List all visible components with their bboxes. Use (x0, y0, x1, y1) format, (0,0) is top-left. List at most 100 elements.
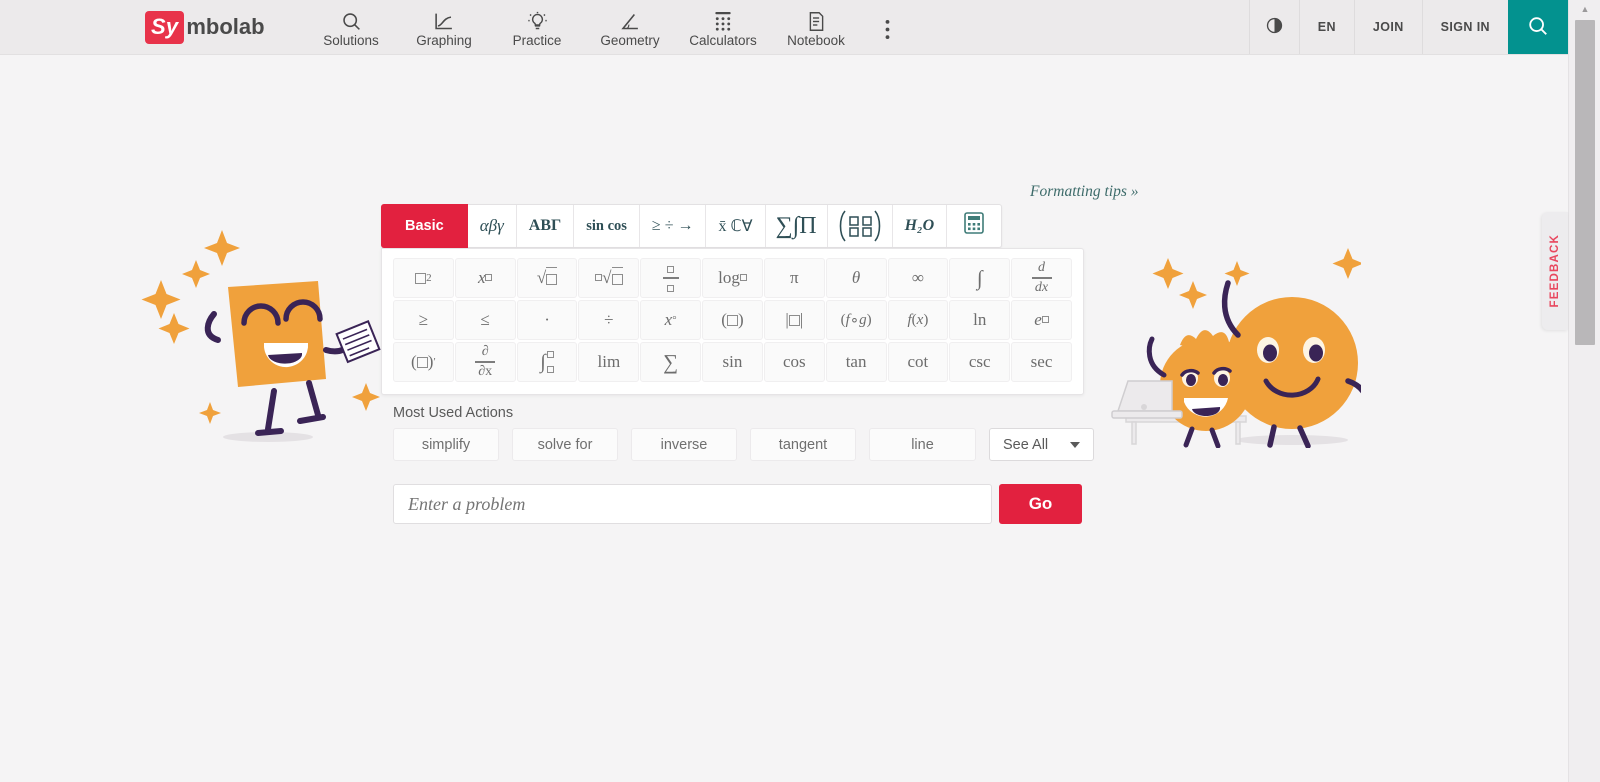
main-content: Formatting tips » Basic αβγ ΑΒΓ sin cos … (0, 55, 1568, 782)
nav-item-geometry[interactable]: Geometry (584, 0, 677, 54)
nav-item-practice[interactable]: Practice (491, 0, 584, 54)
symbolab-logo[interactable]: Sy mbolab (145, 0, 265, 54)
top-navigation-bar: Sy mbolab Solutions Graphing Practice Ge… (0, 0, 1568, 55)
nav-item-label: Notebook (787, 33, 845, 48)
nav-item-label: Solutions (323, 33, 379, 48)
key-infinity[interactable]: ∞ (887, 258, 949, 298)
mascot-illustration-left (140, 215, 390, 450)
key-power[interactable]: x (454, 258, 516, 298)
keypad-row-2: ≥ ≤ · ÷ x ° () | | (f ∘ g) f(x) ln e (393, 300, 1072, 340)
key-integral[interactable]: ∫ (949, 258, 1011, 298)
nav-item-label: Practice (512, 33, 562, 48)
key-derivative[interactable]: d dx (1011, 258, 1072, 298)
calculator-grid-icon (713, 10, 733, 32)
key-square[interactable]: 2 (393, 258, 454, 298)
nav-item-notebook[interactable]: Notebook (770, 0, 863, 54)
chevron-down-icon (1070, 441, 1080, 448)
search-icon (1527, 15, 1549, 40)
calculator-icon (963, 211, 985, 241)
key-sum[interactable]: ∑ (640, 342, 702, 382)
key-nth-root[interactable]: √ (578, 258, 640, 298)
nav-item-label: Calculators (689, 33, 757, 48)
key-degree[interactable]: x ° (640, 300, 702, 340)
key-fraction[interactable] (640, 258, 702, 298)
keyboard-tab-relations[interactable]: ≥ ÷ → (640, 205, 707, 247)
contrast-toggle-button[interactable] (1248, 0, 1299, 54)
language-button[interactable]: EN (1298, 0, 1354, 54)
nav-item-label: Geometry (600, 33, 660, 48)
see-all-dropdown[interactable]: See All (989, 428, 1094, 461)
key-prime[interactable]: () ′ (393, 342, 454, 382)
nav-left-group: Sy mbolab Solutions Graphing Practice Ge… (0, 0, 1249, 54)
go-button[interactable]: Go (999, 484, 1082, 524)
key-sec[interactable]: sec (1011, 342, 1072, 382)
keyboard-tab-sets[interactable]: x̄ ℂ∀ (706, 205, 766, 247)
key-sqrt[interactable]: √ (516, 258, 578, 298)
problem-entry-row: Go (393, 484, 1082, 524)
nav-item-solutions[interactable]: Solutions (305, 0, 398, 54)
logo-wordmark: mbolab (186, 14, 265, 39)
key-csc[interactable]: csc (949, 342, 1011, 382)
key-function[interactable]: f(x) (887, 300, 949, 340)
nav-item-label: Graphing (416, 33, 472, 48)
scroll-up-arrow-icon[interactable]: ▲ (1569, 0, 1600, 18)
graph-line-icon (433, 10, 455, 32)
keyboard-tab-greek-upper[interactable]: ΑΒΓ (517, 205, 575, 247)
nav-right-group: EN JOIN SIGN IN (1248, 0, 1568, 54)
most-used-actions-row: simplify solve for inverse tangent line … (393, 428, 1094, 461)
key-pi[interactable]: π (763, 258, 825, 298)
action-solve-for[interactable]: solve for (512, 428, 618, 461)
symbolab-home-page: Sy mbolab Solutions Graphing Practice Ge… (0, 0, 1600, 782)
angle-icon (619, 10, 641, 32)
problem-input[interactable] (393, 484, 992, 524)
see-all-label: See All (1003, 436, 1049, 453)
key-definite-integral[interactable]: ∫ (516, 342, 578, 382)
keypad-row-1: 2 x √ √ log π θ ∞ ∫ d dx (393, 258, 1072, 298)
key-multiply-dot[interactable]: · (516, 300, 578, 340)
key-limit[interactable]: lim (578, 342, 640, 382)
nav-item-graphing[interactable]: Graphing (398, 0, 491, 54)
key-greater-equal[interactable]: ≥ (393, 300, 454, 340)
nav-item-calculators[interactable]: Calculators (677, 0, 770, 54)
key-divide[interactable]: ÷ (578, 300, 640, 340)
key-absolute[interactable]: | | (763, 300, 825, 340)
keyboard-tab-operators[interactable]: ∑∫Π (766, 205, 828, 247)
more-menu-icon[interactable] (863, 0, 913, 54)
keyboard-tab-trig[interactable]: sin cos (574, 205, 640, 247)
key-tan[interactable]: tan (825, 342, 887, 382)
action-inverse[interactable]: inverse (631, 428, 737, 461)
action-tangent[interactable]: tangent (750, 428, 856, 461)
key-cos[interactable]: cos (763, 342, 825, 382)
scrollbar-thumb[interactable] (1575, 20, 1595, 345)
action-simplify[interactable]: simplify (393, 428, 499, 461)
key-e-power[interactable]: e (1011, 300, 1072, 340)
key-theta[interactable]: θ (825, 258, 887, 298)
keyboard-tab-chemistry[interactable]: H₂O (893, 205, 948, 247)
global-search-button[interactable] (1508, 0, 1568, 54)
key-ln[interactable]: ln (949, 300, 1011, 340)
keypad-row-3: () ′ ∂ ∂x ∫ lim ∑ sin cos tan cot csc sec (393, 342, 1072, 382)
key-parentheses[interactable]: () (702, 300, 763, 340)
key-composition[interactable]: (f ∘ g) (825, 300, 887, 340)
key-log[interactable]: log (702, 258, 763, 298)
notebook-icon (807, 10, 826, 32)
math-keypad-panel: 2 x √ √ log π θ ∞ ∫ d dx ≥ ≤ · ÷ x ° () | | (381, 248, 1084, 395)
search-icon (341, 10, 362, 32)
keyboard-tab-bar: Basic αβγ ΑΒΓ sin cos ≥ ÷ → x̄ ℂ∀ ∑∫Π H₂… (381, 204, 1003, 248)
logo-mark: Sy (145, 10, 185, 44)
formatting-tips-link[interactable]: Formatting tips » (1030, 183, 1139, 201)
key-less-equal[interactable]: ≤ (454, 300, 516, 340)
keyboard-tab-greek-lower[interactable]: αβγ (468, 205, 517, 247)
key-cot[interactable]: cot (887, 342, 949, 382)
contrast-icon (1266, 17, 1283, 37)
key-sin[interactable]: sin (702, 342, 763, 382)
join-button[interactable]: JOIN (1353, 0, 1422, 54)
key-partial-derivative[interactable]: ∂ ∂x (454, 342, 516, 382)
keyboard-tab-basic[interactable]: Basic (381, 204, 468, 248)
keyboard-tab-matrix[interactable] (828, 205, 893, 247)
keyboard-tab-calculator[interactable] (947, 205, 1001, 247)
signin-button[interactable]: SIGN IN (1421, 0, 1508, 54)
page-scrollbar[interactable]: ▲ (1568, 0, 1600, 782)
action-line[interactable]: line (869, 428, 976, 461)
mascot-illustration-right (1096, 233, 1371, 453)
